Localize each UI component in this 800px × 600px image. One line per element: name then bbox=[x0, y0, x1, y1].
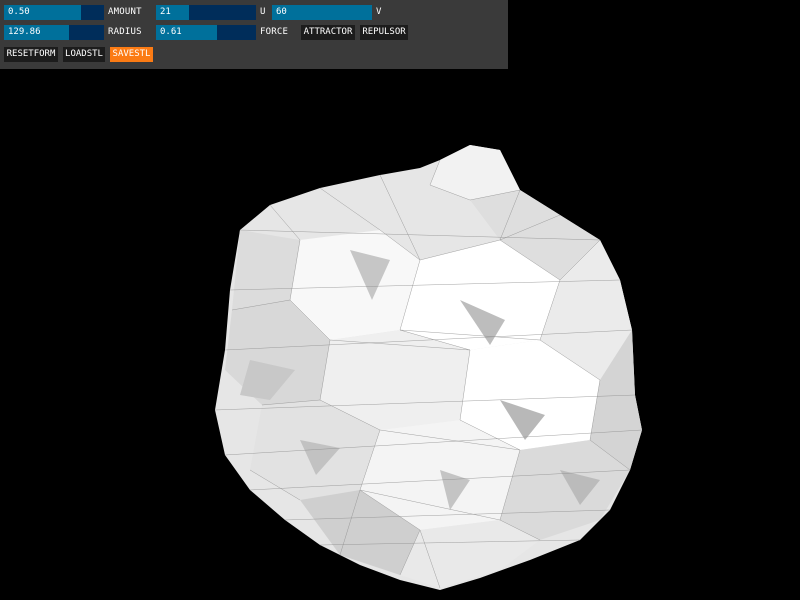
loadstl-button[interactable]: LOADSTL bbox=[63, 47, 105, 62]
repulsor-button[interactable]: REPULSOR bbox=[360, 25, 408, 40]
savestl-button[interactable]: SAVESTL bbox=[110, 47, 153, 62]
force-value: 0.61 bbox=[160, 27, 182, 37]
amount-label: AMOUNT bbox=[108, 7, 142, 17]
v-slider[interactable]: 60 bbox=[272, 5, 372, 20]
radius-label: RADIUS bbox=[108, 27, 142, 37]
amount-slider[interactable]: 0.50 bbox=[4, 5, 104, 20]
u-slider[interactable]: 21 bbox=[156, 5, 256, 20]
mesh-viewport[interactable] bbox=[0, 0, 800, 600]
amount-value: 0.50 bbox=[8, 7, 30, 17]
u-label: U bbox=[260, 7, 266, 17]
resetform-button[interactable]: RESETFORM bbox=[4, 47, 58, 62]
control-panel: 0.50 AMOUNT 21 U 60 V 129.86 RADIUS 0.61… bbox=[0, 0, 508, 69]
v-label: V bbox=[376, 7, 382, 17]
v-value: 60 bbox=[276, 7, 287, 17]
radius-slider[interactable]: 129.86 bbox=[4, 25, 104, 40]
rock-mesh bbox=[214, 145, 643, 590]
v-slider-fill bbox=[272, 5, 372, 20]
attractor-button[interactable]: ATTRACTOR bbox=[301, 25, 355, 40]
radius-value: 129.86 bbox=[8, 27, 41, 37]
force-slider[interactable]: 0.61 bbox=[156, 25, 256, 40]
force-label: FORCE bbox=[260, 27, 289, 37]
u-value: 21 bbox=[160, 7, 171, 17]
